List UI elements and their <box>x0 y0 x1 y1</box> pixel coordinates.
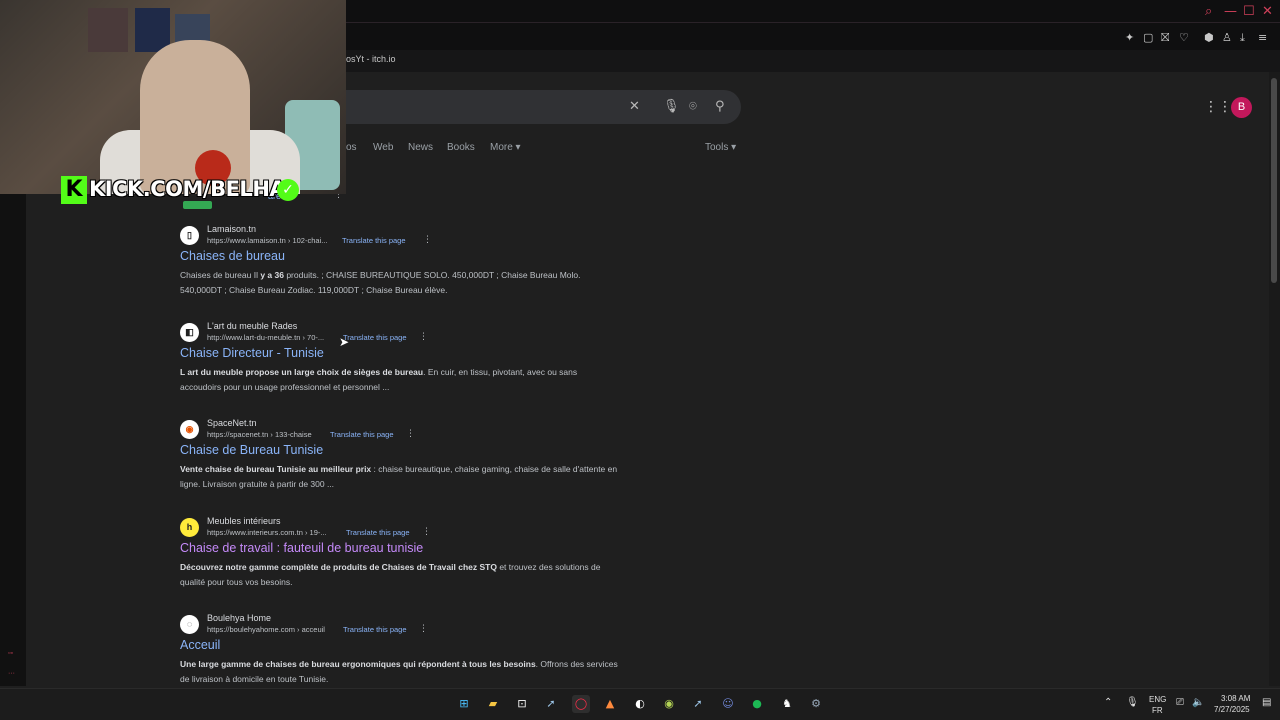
search-icon[interactable]: ⚲ <box>715 99 725 114</box>
result-url[interactable]: http://www.lart-du-meuble.tn › 70-... <box>207 333 324 342</box>
scrollbar-thumb[interactable] <box>1271 78 1277 283</box>
app-icon[interactable]: ◉ <box>660 695 678 713</box>
result-site-name[interactable]: SpaceNet.tn <box>207 418 257 428</box>
verified-check-icon: ✓ <box>277 179 299 201</box>
result-item: ▯ Lamaison.tn https://www.lamaison.tn › … <box>180 224 620 306</box>
store-icon[interactable]: ⊡ <box>513 695 531 713</box>
close-window-icon[interactable]: ✕ <box>1262 4 1273 19</box>
bookmark-itch[interactable]: osYt - itch.io <box>346 54 396 64</box>
spotify-icon[interactable]: ● <box>748 695 766 713</box>
result-url[interactable]: https://www.interieurs.com.tn › 19-... <box>207 528 327 537</box>
translate-link[interactable]: Translate this page <box>343 333 407 342</box>
site-favicon-icon: h <box>180 518 199 537</box>
search-input[interactable] <box>346 90 741 124</box>
result-title[interactable]: Chaise de Bureau Tunisie <box>180 443 323 457</box>
translate-link[interactable]: Translate this page <box>342 236 406 245</box>
network-icon[interactable]: ⎚ <box>1176 697 1184 708</box>
webcam-poster <box>88 8 128 52</box>
microphone-icon[interactable]: 🎙 <box>663 99 680 114</box>
result-site-name[interactable]: Boulehya Home <box>207 613 271 623</box>
kebab-icon[interactable]: ⋮ <box>423 235 432 245</box>
translate-link[interactable]: Translate this page <box>343 625 407 634</box>
lens-icon[interactable]: ⌾ <box>689 99 697 114</box>
snapshot-icon[interactable]: ▢ <box>1143 31 1153 44</box>
site-favicon-icon: ◌ <box>180 615 199 634</box>
site-favicon-icon: ▯ <box>180 226 199 245</box>
heart-icon[interactable]: ♡ <box>1179 31 1189 44</box>
result-url[interactable]: https://boulehyahome.com › acceuil <box>207 625 325 634</box>
webcam-overlay <box>0 0 346 194</box>
kebab-icon[interactable]: ⋮ <box>422 527 431 537</box>
result-snippet: Vente chaise de bureau Tunisie au meille… <box>180 464 618 489</box>
result-snippet: Découvrez notre gamme complète de produi… <box>180 562 601 587</box>
mouse-cursor-icon: ➤ <box>339 335 350 349</box>
minimize-icon[interactable]: — <box>1224 4 1237 19</box>
result-url[interactable]: https://www.lamaison.tn › 102-chai... <box>207 236 327 245</box>
language-indicator-top[interactable]: ENG <box>1149 695 1166 704</box>
result-snippet: Chaises de bureau Il y a 36 produits. ; … <box>180 270 581 295</box>
result-site-name[interactable]: Meubles intérieurs <box>207 516 281 526</box>
result-item: ◉ SpaceNet.tn https://spacenet.tn › 133-… <box>180 418 620 500</box>
result-title[interactable]: Chaises de bureau <box>180 249 285 263</box>
windows-start-icon[interactable]: ⊞ <box>455 695 473 713</box>
result-site-name[interactable]: L'art du meuble Rades <box>207 321 297 331</box>
extensions-icon[interactable]: ⬢ <box>1204 31 1214 44</box>
adblock-icon[interactable]: ⛝ <box>1161 31 1169 45</box>
obs-icon[interactable]: ◐ <box>631 695 649 713</box>
tab-books[interactable]: Books <box>447 142 475 153</box>
clock-time[interactable]: 3:08 AM <box>1221 694 1250 703</box>
avatar[interactable]: B <box>1231 97 1252 118</box>
result-item: ◧ L'art du meuble Rades http://www.lart-… <box>180 321 620 403</box>
tab-more[interactable]: More ▾ <box>490 142 521 153</box>
kick-logo-icon: K <box>61 176 87 204</box>
clock-date[interactable]: 7/27/2025 <box>1214 705 1250 714</box>
language-indicator-bottom[interactable]: FR <box>1152 706 1163 715</box>
result-snippet: L art du meuble propose un large choix d… <box>180 367 578 392</box>
sidebar-more-icon[interactable]: ··· <box>8 670 15 677</box>
status-badge <box>183 201 212 209</box>
result-item: h Meubles intérieurs https://www.interie… <box>180 516 620 598</box>
tab-strip-divider <box>346 22 1280 23</box>
result-title[interactable]: Acceuil <box>180 638 220 652</box>
kick-channel-label: KICK.COM/BELHA <box>89 177 286 201</box>
result-title[interactable]: Chaise Directeur - Tunisie <box>180 346 324 360</box>
search-tabs-icon[interactable]: ⌕ <box>1205 4 1212 19</box>
kebab-icon[interactable]: ⋮ <box>419 332 428 342</box>
opera-gx-icon[interactable]: ◯ <box>572 695 590 713</box>
app-icon[interactable]: ➚ <box>689 695 707 713</box>
app-icon[interactable]: ➚ <box>542 695 560 713</box>
browser-sidebar <box>0 194 26 686</box>
site-favicon-icon: ◉ <box>180 420 199 439</box>
file-explorer-icon[interactable]: ▰ <box>484 695 502 713</box>
translate-link[interactable]: Translate this page <box>330 430 394 439</box>
tray-microphone-icon[interactable]: 🎙 <box>1126 697 1139 708</box>
tab-news[interactable]: News <box>408 142 433 153</box>
settings-gear-icon[interactable]: ⚙ <box>807 695 825 713</box>
pin-icon[interactable]: ✦ <box>1125 31 1134 44</box>
kebab-icon[interactable]: ⋮ <box>406 429 415 439</box>
result-item: ◌ Boulehya Home https://boulehyahome.com… <box>180 613 620 687</box>
result-site-name[interactable]: Lamaison.tn <box>207 224 256 234</box>
app-icon[interactable]: ♞ <box>778 695 796 713</box>
app-icon[interactable]: ▲ <box>601 695 619 713</box>
result-title[interactable]: Chaise de travail : fauteuil de bureau t… <box>180 541 423 555</box>
volume-icon[interactable]: 🔈 <box>1192 697 1204 708</box>
profile-icon[interactable]: ♙ <box>1222 31 1232 44</box>
tab-videos[interactable]: os <box>346 142 357 153</box>
sidebar-icon[interactable]: ▫▫ <box>8 650 13 657</box>
translate-link[interactable]: Translate this page <box>346 528 410 537</box>
tray-chevron-up-icon[interactable]: ⌃ <box>1104 697 1112 708</box>
result-url[interactable]: https://spacenet.tn › 133-chaise <box>207 430 312 439</box>
site-favicon-icon: ◧ <box>180 323 199 342</box>
result-snippet: Une large gamme de chaises de bureau erg… <box>180 659 618 684</box>
download-icon[interactable]: ⤓ <box>1240 31 1245 45</box>
tools-button[interactable]: Tools ▾ <box>705 142 736 153</box>
notifications-icon[interactable]: ▤ <box>1262 697 1271 708</box>
tab-web[interactable]: Web <box>373 142 393 153</box>
maximize-icon[interactable]: ☐ <box>1243 4 1255 19</box>
kebab-icon[interactable]: ⋮ <box>419 624 428 634</box>
menu-icon[interactable]: ≡ <box>1258 31 1267 44</box>
clear-icon[interactable]: ✕ <box>629 99 640 114</box>
discord-icon[interactable]: ☺ <box>719 695 737 713</box>
